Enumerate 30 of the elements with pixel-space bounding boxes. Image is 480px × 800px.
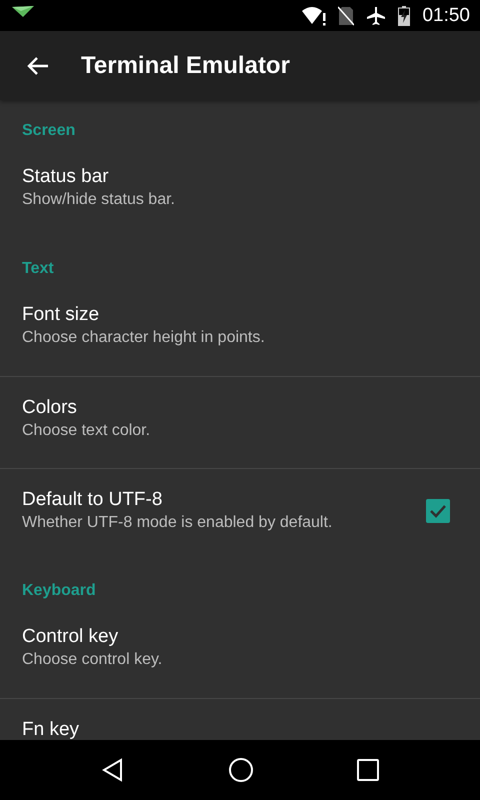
checkbox[interactable] [426,499,450,523]
clock-time: 01:50 [422,4,470,26]
airplane-icon [366,6,386,26]
category-header: Screen [22,122,76,139]
setting-title: Status bar [22,166,110,187]
setting-item[interactable]: Default to UTF-8 Whether UTF-8 mode is enabled by default. [0,469,480,560]
setting-item[interactable]: Control key Choose control key. [0,606,480,698]
home-icon[interactable] [228,757,254,783]
setting-item[interactable]: Font size Choose character height in points. [0,284,480,376]
setting-item[interactable]: Status bar Show/hide status bar. [0,146,480,238]
setting-item[interactable]: Fn key [0,699,480,740]
setting-title: Control key [22,626,120,647]
category-header: Text [22,260,54,277]
setting-summary: Choose control key. [22,651,162,669]
setting-summary: Whether UTF-8 mode is enabled by default. [22,514,332,532]
setting-summary: Choose text color. [22,422,150,440]
recents-icon[interactable] [356,759,379,781]
setting-title: Font size [22,304,100,325]
wifi-alert-icon [302,6,326,26]
setting-title: Default to UTF-8 [22,489,164,510]
setting-item[interactable]: Colors Choose text color. [0,377,480,468]
battery-charging-icon [398,6,410,26]
screen-title: Terminal Emulator [81,52,290,80]
setting-summary: Choose character height in points. [22,329,265,347]
category-header: Keyboard [22,582,96,599]
no-sim-icon [338,6,354,26]
setting-title: Colors [22,397,78,418]
paper-plane-icon [12,6,34,18]
setting-title: Fn key [22,719,80,740]
setting-summary: Show/hide status bar. [22,191,175,209]
